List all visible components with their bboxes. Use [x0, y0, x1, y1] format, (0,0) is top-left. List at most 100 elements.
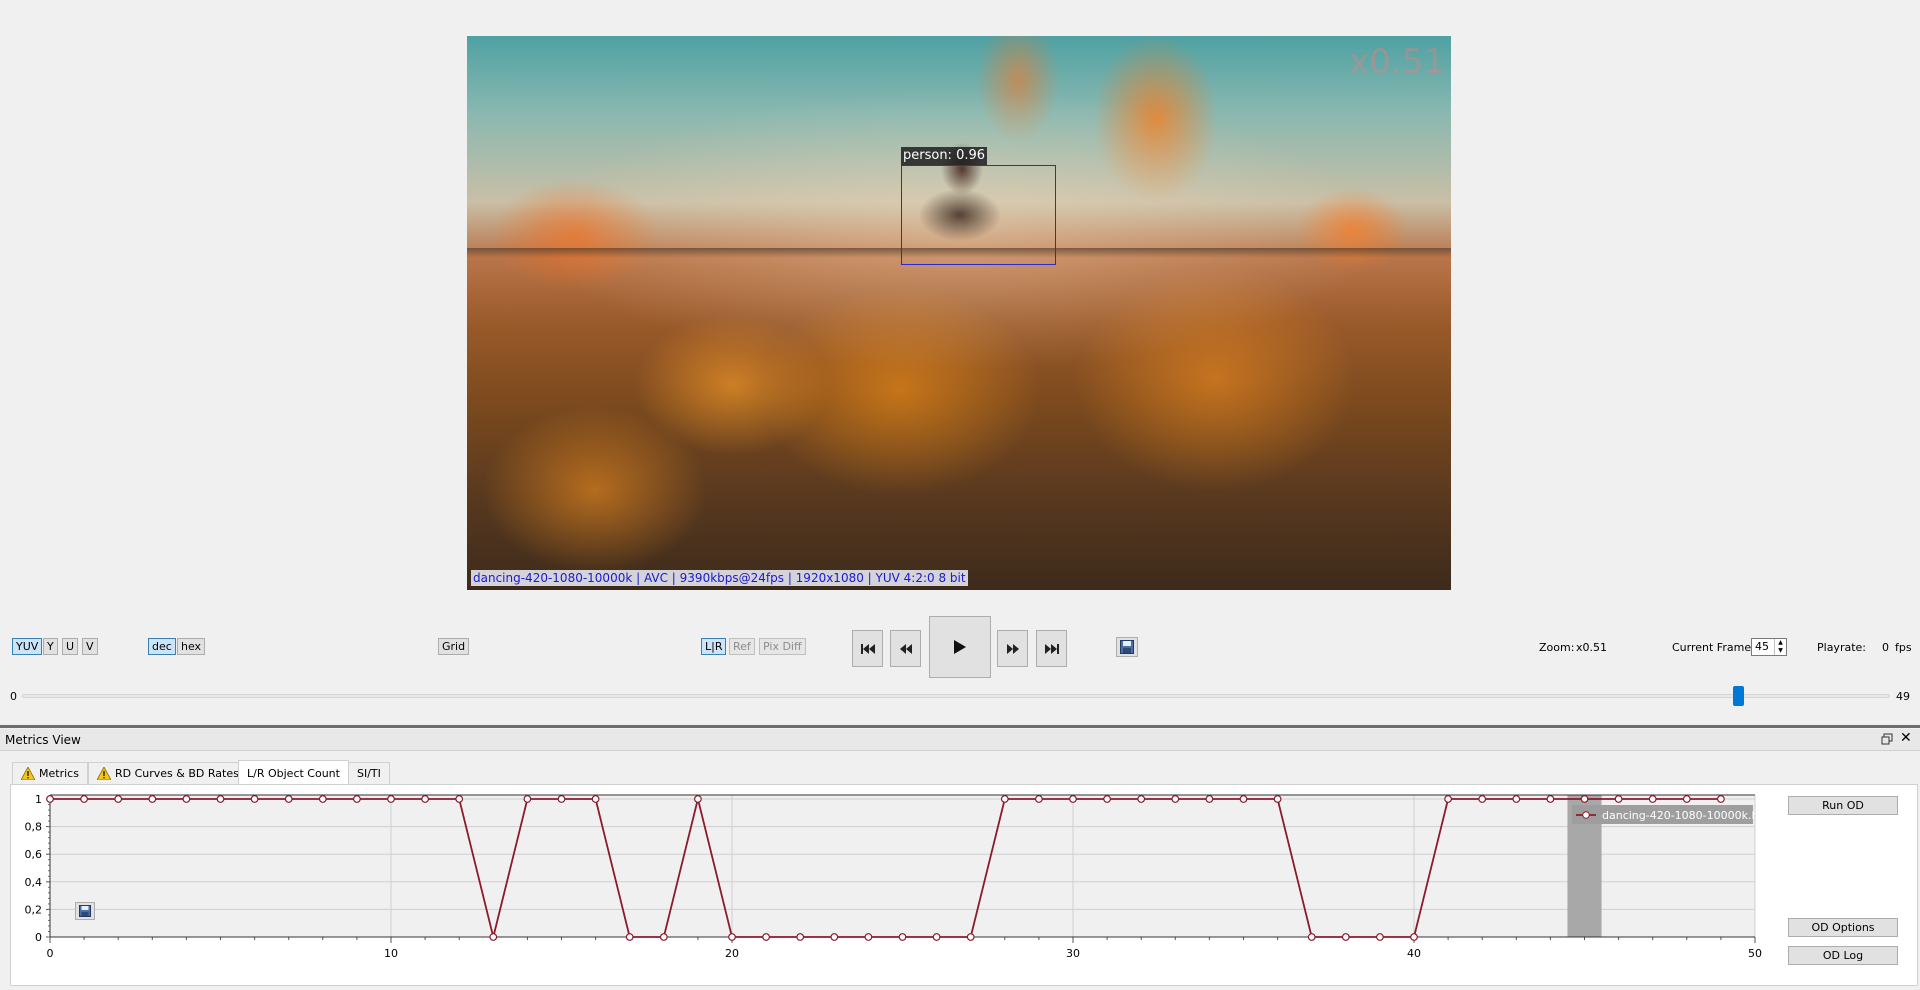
data-point — [932, 933, 941, 941]
first-frame-button[interactable] — [852, 630, 883, 667]
step-forward-button[interactable] — [997, 630, 1028, 667]
video-frame[interactable]: x0.51 person: 0.96 dancing-420-1080-1000… — [467, 36, 1451, 590]
data-point — [1648, 795, 1657, 803]
data-point — [694, 795, 702, 803]
data-point — [421, 795, 430, 803]
data-point — [1410, 933, 1418, 941]
component-u-button[interactable]: U — [62, 638, 79, 655]
y-tick-label: 0,6 — [25, 848, 43, 861]
tab-label: Metrics — [39, 767, 79, 780]
float-icon[interactable] — [1881, 733, 1893, 745]
data-point — [796, 933, 805, 941]
zoom-value: x0.51 — [1576, 641, 1608, 654]
tab-label: RD Curves & BD Rates — [115, 767, 239, 780]
data-point — [489, 933, 498, 941]
current-frame-value: 45 — [1755, 640, 1769, 653]
dock-header: Metrics View ✕ — [0, 729, 1920, 751]
data-point — [1069, 795, 1077, 803]
x-tick-label: 40 — [1407, 947, 1421, 960]
tab-metrics[interactable]: Metrics — [12, 762, 88, 784]
play-icon — [954, 640, 966, 654]
zoom-overlay: x0.51 — [1349, 42, 1445, 82]
chart-save-button[interactable] — [75, 902, 95, 920]
detection-label: person: 0.96 — [901, 147, 988, 165]
slider-max-label: 49 — [1896, 690, 1910, 703]
data-point — [523, 795, 532, 803]
dec-button[interactable]: dec — [148, 638, 176, 655]
y-tick-label: 0,8 — [25, 821, 43, 834]
y-tick-label: 0 — [35, 931, 42, 944]
file-info-label: dancing-420-1080-10000k | AVC | 9390kbps… — [471, 570, 968, 586]
component-v-button[interactable]: V — [82, 638, 98, 655]
run-od-button[interactable]: Run OD — [1788, 796, 1898, 815]
current-frame-spinbox[interactable]: 45 ▲ ▼ — [1751, 638, 1787, 656]
x-tick-label: 10 — [384, 947, 398, 960]
x-tick-label: 20 — [725, 947, 739, 960]
dock-separator[interactable] — [0, 725, 1920, 728]
data-point — [898, 933, 907, 941]
data-point — [1546, 795, 1555, 803]
last-frame-button[interactable] — [1036, 630, 1067, 667]
hex-button[interactable]: hex — [177, 638, 206, 655]
plot-area — [50, 795, 1755, 937]
save-icon — [79, 905, 91, 917]
od-options-button[interactable]: OD Options — [1788, 918, 1898, 937]
step-back-button[interactable] — [890, 630, 921, 667]
data-point — [148, 795, 157, 803]
close-icon[interactable]: ✕ — [1900, 730, 1912, 746]
playrate-unit: fps — [1895, 641, 1912, 654]
frame-slider[interactable] — [22, 694, 1890, 698]
save-frame-button[interactable] — [1116, 637, 1138, 657]
tab-rd-curves[interactable]: RD Curves & BD Rates — [88, 762, 248, 784]
data-point — [659, 933, 668, 941]
od-log-button[interactable]: OD Log — [1788, 946, 1898, 965]
play-button[interactable] — [929, 616, 991, 678]
data-point — [864, 933, 873, 941]
video-haze — [467, 36, 1451, 590]
fast-forward-icon — [1006, 643, 1019, 654]
save-icon — [1120, 640, 1134, 654]
data-point — [966, 933, 975, 941]
spin-arrows-icon[interactable]: ▲ ▼ — [1774, 639, 1786, 655]
tab-lr-object-count[interactable]: L/R Object Count — [238, 760, 349, 785]
ref-button[interactable]: Ref — [729, 638, 755, 655]
data-point — [1103, 795, 1111, 803]
data-point — [1273, 795, 1282, 803]
tab-label: SI/TI — [357, 767, 381, 780]
data-point — [1000, 795, 1009, 803]
lr-button[interactable]: L|R — [701, 638, 727, 655]
data-point — [728, 933, 736, 941]
data-point — [1478, 795, 1487, 803]
data-point — [1307, 933, 1316, 941]
component-y-button[interactable]: Y — [43, 638, 58, 655]
data-point — [387, 795, 395, 803]
grid-button[interactable]: Grid — [438, 638, 470, 655]
y-tick-label: 0,2 — [25, 903, 43, 916]
playrate-label: Playrate: — [1817, 641, 1866, 654]
pix-diff-button[interactable]: Pix Diff — [759, 638, 806, 655]
data-point — [80, 795, 88, 803]
data-point — [182, 795, 191, 803]
data-point — [216, 795, 225, 803]
data-point — [318, 795, 327, 803]
component-yuv-button[interactable]: YUV — [12, 638, 43, 655]
x-tick-label: 50 — [1748, 947, 1762, 960]
rewind-icon — [899, 643, 912, 654]
data-point — [1682, 795, 1691, 803]
skip-start-icon — [860, 643, 875, 654]
skip-end-icon — [1044, 643, 1059, 654]
playrate-value: 0 — [1882, 641, 1889, 654]
data-point — [1239, 795, 1248, 803]
data-point — [830, 933, 839, 941]
data-point — [1205, 795, 1214, 803]
legend-marker — [1582, 811, 1590, 819]
tab-si-ti[interactable]: SI/TI — [348, 762, 390, 784]
data-point — [1444, 795, 1452, 803]
frame-slider-handle[interactable] — [1732, 686, 1744, 706]
object-count-chart[interactable]: 00,20,40,60,810 10 20 30 40 50 dancing-420-10… — [11, 785, 1771, 985]
data-point — [625, 933, 634, 941]
x-tick-label: 30 — [1066, 947, 1080, 960]
chart-legend[interactable]: dancing-420-1080-10000k.h... — [1572, 805, 1769, 824]
data-point — [1034, 795, 1043, 803]
data-point — [353, 795, 361, 803]
